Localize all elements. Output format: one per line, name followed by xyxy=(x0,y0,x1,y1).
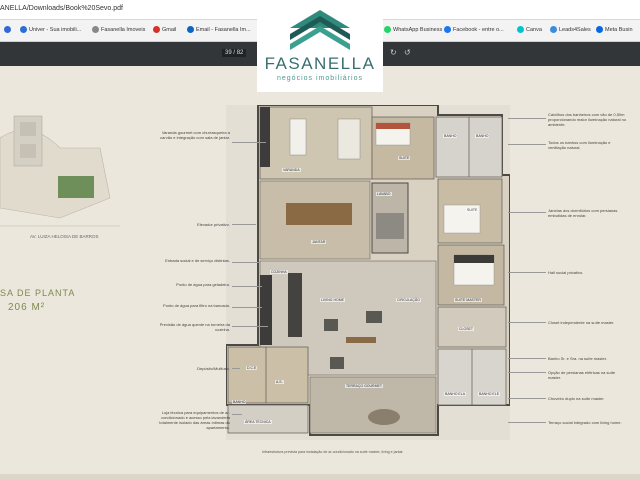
bookmark-fasanella[interactable]: Fasanella Imoveis xyxy=(92,26,145,33)
room-label-closet: CLOSET xyxy=(458,327,475,331)
room-label-banho-ela: BANHO ELA xyxy=(444,392,467,396)
room-label-lavabo: LAVABO xyxy=(376,192,392,196)
bottom-scroll-area xyxy=(0,474,640,480)
leader-line xyxy=(508,398,546,399)
leader-line xyxy=(508,422,546,423)
leader-line xyxy=(508,322,546,323)
annotation: Varanda gourmet com churrasqueira a carv… xyxy=(160,130,230,140)
bookmark-favicon xyxy=(20,26,27,33)
room-label-terraco: TERRAÇO GOURMET xyxy=(345,384,383,388)
bookmark-favicon xyxy=(550,26,557,33)
leader-line xyxy=(508,358,546,359)
annotation: Loja técnica para equipamentos de ar-con… xyxy=(159,410,230,430)
room-label-banho: BANHO xyxy=(475,134,490,138)
annotation: Banho Sr. e Sra. na suíte master. xyxy=(548,356,607,361)
bookmark-label: Fasanella Imoveis xyxy=(101,26,146,33)
room-label-banho: BANHO xyxy=(232,400,247,404)
building-logo-icon xyxy=(290,10,350,50)
leader-line xyxy=(232,307,262,308)
logo-name: FASANELLA xyxy=(264,54,376,73)
room-label-circulacao: CIRCULAÇÃO xyxy=(396,298,421,302)
room-label-as: A.S. xyxy=(275,380,284,384)
bookmark-favicon xyxy=(187,26,194,33)
bookmark-leads4sales[interactable]: Leads4Sales xyxy=(550,26,591,33)
gmail-icon xyxy=(153,26,160,33)
annotation: Terraço social integrado com living home… xyxy=(548,420,622,425)
leader-line xyxy=(508,212,546,213)
room-label-banho-ele: BANHO ELE xyxy=(478,392,501,396)
annotation: Ponto de água para filtro na bancada. xyxy=(163,303,230,308)
bookmark-apps-icon[interactable] xyxy=(4,26,13,33)
logo-tagline: negócios imobiliários xyxy=(277,75,363,82)
bookmark-label: Email - Fasanella Im... xyxy=(196,26,251,33)
bookmark-whatsapp[interactable]: WhatsApp Business xyxy=(384,26,442,33)
annotation: Previsão de água quente na torneira da c… xyxy=(159,322,230,332)
leader-line xyxy=(232,224,256,225)
rotate-icon[interactable]: ↻ xyxy=(390,48,397,57)
annotation: Entrada social e de serviço distintas. xyxy=(165,258,230,263)
plan-area: 206 M² xyxy=(8,302,46,313)
bookmark-label: Leads4Sales xyxy=(559,26,591,33)
bookmark-canva[interactable]: Canva xyxy=(517,26,542,33)
room-label-suite: SUITE xyxy=(466,208,479,212)
leader-line xyxy=(508,144,546,145)
room-label-jantar: JANTAR xyxy=(311,240,327,244)
footnote: Infraestrutura prevista para instalação … xyxy=(262,450,404,454)
bookmark-univer[interactable]: Univer - Sua imobili... xyxy=(20,26,81,33)
annotation: Depósito/Multiuso. xyxy=(197,366,230,371)
room-label-varanda: VARANDA xyxy=(282,168,301,172)
bookmark-meta-business[interactable]: Meta Busin xyxy=(596,26,633,33)
annotation: Janelas dos dormitórios com persianas em… xyxy=(548,208,618,218)
history-icon[interactable]: ↺ xyxy=(404,48,411,57)
bookmark-label: Univer - Sua imobili... xyxy=(29,26,82,33)
leader-line xyxy=(508,118,546,119)
leader-line xyxy=(508,372,546,373)
bookmark-label: Meta Busin xyxy=(605,26,633,33)
annotation: Elevador privativo. xyxy=(197,222,230,227)
leader-line xyxy=(508,272,546,273)
leader-line xyxy=(232,262,260,263)
bookmark-label: Canva xyxy=(526,26,542,33)
bookmark-label: WhatsApp Business xyxy=(393,26,443,33)
bookmark-label: Gmail xyxy=(162,26,177,33)
canva-icon xyxy=(517,26,524,33)
annotation: Chuveiro duplo na suíte master. xyxy=(548,396,605,401)
room-label-dce: D.C.E xyxy=(246,366,258,370)
bookmark-gmail[interactable]: Gmail xyxy=(153,26,176,33)
leader-line xyxy=(232,368,240,369)
annotation: Caixilhos dos banheiros com vão de 0,50m… xyxy=(548,112,627,127)
street-label: AV. LUIZA HELOISA DE BARROS xyxy=(30,234,99,239)
floor-plan xyxy=(226,105,510,440)
plan-title: SA DE PLANTA xyxy=(0,288,76,298)
site-plan-illustration xyxy=(0,115,120,227)
bookmark-facebook[interactable]: Facebook - entre o... xyxy=(444,26,504,33)
annotation: Closet independente na suíte master. xyxy=(548,320,615,325)
page-total: / 82 xyxy=(233,50,244,56)
meta-icon xyxy=(596,26,603,33)
url-text[interactable]: ANELLA/Downloads/Book%20Sevo.pdf xyxy=(0,5,123,12)
annotation: Hall social privativo. xyxy=(548,270,584,275)
leader-line xyxy=(232,414,242,415)
leader-line xyxy=(232,286,262,287)
room-label-area-tecnica: ÁREA TÉCNICA xyxy=(244,420,272,424)
annotation: Opção de persianas elétricas na suíte ma… xyxy=(548,370,616,380)
room-label-suite: SUITE xyxy=(398,156,411,160)
whatsapp-icon xyxy=(384,26,391,33)
leader-line xyxy=(232,326,268,327)
fasanella-logo: FASANELLA negócios imobiliários xyxy=(257,0,383,92)
page-current[interactable]: 39 xyxy=(225,50,232,56)
annotation: Todos os banhos com iluminação e ventila… xyxy=(548,140,611,150)
bookmark-favicon xyxy=(92,26,99,33)
room-label-banho: BANHO xyxy=(443,134,458,138)
facebook-icon xyxy=(444,26,451,33)
room-label-cozinha: COZINHA xyxy=(270,270,288,274)
bookmark-email[interactable]: Email - Fasanella Im... xyxy=(187,26,251,33)
leader-line xyxy=(232,142,266,143)
bookmark-label: Facebook - entre o... xyxy=(453,26,504,33)
room-label-suite-master: SUITE MASTER xyxy=(454,298,482,302)
room-label-living: LIVING HOME xyxy=(320,298,345,302)
page-number-input[interactable]: 39 / 82 xyxy=(222,49,247,57)
annotation: Ponto de água para geladeira. xyxy=(176,282,230,287)
